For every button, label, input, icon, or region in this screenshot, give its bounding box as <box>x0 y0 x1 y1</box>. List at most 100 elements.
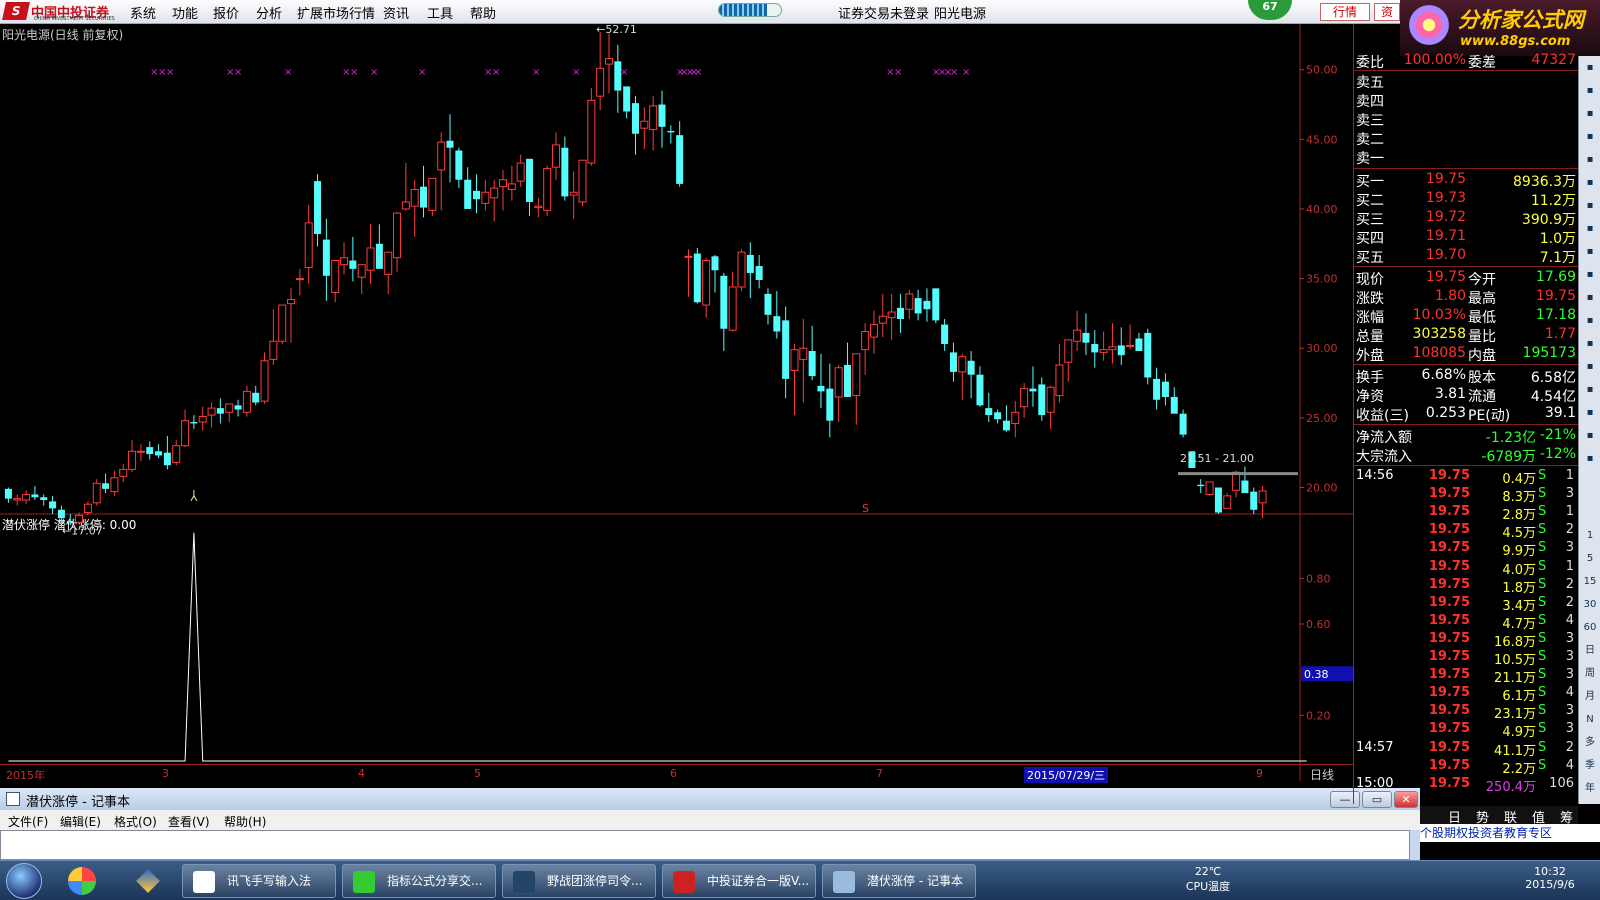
quote-label: 收益(三) <box>1356 408 1409 424</box>
taskbar-app-button[interactable]: 中投证券合一版V... <box>662 864 816 898</box>
menu-news[interactable]: 资讯 <box>383 3 409 22</box>
menu-analysis[interactable]: 分析 <box>256 3 282 22</box>
toolbar-tool-icon[interactable]: ▪ <box>1582 129 1598 145</box>
toolbar-tool-icon[interactable]: ▪ <box>1582 428 1598 444</box>
period-button[interactable]: 年 <box>1582 781 1598 797</box>
toolbar-tool-icon[interactable]: ▪ <box>1582 359 1598 375</box>
quote-value: 1.0万 <box>1539 231 1576 247</box>
quote-label: 股本 <box>1468 370 1496 386</box>
quote-button[interactable]: 行情 <box>1320 3 1370 21</box>
period-button[interactable]: 30 <box>1582 597 1598 613</box>
quote-label: 委差 <box>1468 55 1496 71</box>
notepad-menu-item[interactable]: 查看(V) <box>168 813 210 830</box>
taskbar-app-button[interactable]: 潜伏涨停 - 记事本 <box>822 864 976 898</box>
toolbar-tool-icon[interactable]: ▪ <box>1582 451 1598 467</box>
menu-help[interactable]: 帮助 <box>470 3 496 22</box>
candle-body-up <box>278 304 287 342</box>
quote-label: 涨幅 <box>1356 310 1384 326</box>
taskbar-app-button[interactable]: 指标公式分享交... <box>342 864 496 898</box>
notepad-menu: 文件(F) 编辑(E) 格式(O) 查看(V) 帮助(H) <box>0 810 1420 830</box>
flow-label: 大宗流入 <box>1356 449 1412 465</box>
tick-count: 2 <box>1565 594 1574 610</box>
start-button[interactable] <box>6 863 42 899</box>
info-bar[interactable]: 个股期权投资者教育专区 <box>1420 824 1600 842</box>
period-button[interactable]: 1 <box>1582 528 1598 544</box>
quick-launch-icon[interactable] <box>68 867 96 895</box>
logo-mark-icon: S <box>2 2 30 20</box>
period-button[interactable]: 60 <box>1582 620 1598 636</box>
period-button[interactable]: 多 <box>1582 735 1598 751</box>
candle-body-down <box>994 412 1002 420</box>
tick-price: 19.75 <box>1428 757 1470 773</box>
notepad-menu-item[interactable]: 格式(O) <box>114 813 157 830</box>
notepad-menu-item[interactable]: 帮助(H) <box>224 813 266 830</box>
signal-marker: × <box>572 67 580 78</box>
period-button[interactable]: N <box>1582 712 1598 728</box>
toolbar-tool-icon[interactable]: ▪ <box>1582 198 1598 214</box>
signal-marker: × <box>284 67 292 78</box>
menu-function[interactable]: 功能 <box>172 3 198 22</box>
toolbar-tool-icon[interactable]: ▪ <box>1582 106 1598 122</box>
candle-body-down <box>1179 413 1187 435</box>
tick-row: 19.75 9.9万 S 3 <box>1354 540 1578 559</box>
high-price-annotation: ←52.71 <box>596 24 637 36</box>
taskbar-app-button[interactable]: 野战团涨停司令... <box>502 864 656 898</box>
candle-body-down <box>1161 381 1169 397</box>
toolbar-tool-icon[interactable]: ▪ <box>1582 405 1598 421</box>
menu-quote[interactable]: 报价 <box>213 3 239 22</box>
toolbar-tool-icon[interactable]: ▪ <box>1582 175 1598 191</box>
tick-volume: 41.1万 <box>1494 743 1536 759</box>
clock[interactable]: 10:32 2015/9/6 <box>1510 865 1590 891</box>
tick-count: 2 <box>1565 739 1574 755</box>
candle-body-up <box>428 177 437 211</box>
period-button[interactable]: 日 <box>1582 643 1598 659</box>
candle-body-up <box>13 498 22 501</box>
toolbar-tool-icon[interactable]: ▪ <box>1582 152 1598 168</box>
period-button[interactable]: 15 <box>1582 574 1598 590</box>
toolbar-tool-icon[interactable]: ▪ <box>1582 83 1598 99</box>
pen-icon[interactable] <box>136 869 160 893</box>
kline-chart[interactable]: 20.00 25.00 30.00 35.00 40.00 45.00 50.00 × × × × ×… <box>0 24 1354 784</box>
candle-body-down <box>146 447 154 455</box>
toolbar-tool-icon[interactable]: ▪ <box>1582 221 1598 237</box>
period-button[interactable]: 月 <box>1582 689 1598 705</box>
toolbar-tool-icon[interactable]: ▪ <box>1582 290 1598 306</box>
toolbar-tool-icon[interactable]: ▪ <box>1582 267 1598 283</box>
notepad-menu-item[interactable]: 编辑(E) <box>60 813 101 830</box>
toolbar-tool-icon[interactable]: ▪ <box>1582 60 1598 76</box>
period-button[interactable]: 季 <box>1582 758 1598 774</box>
tray-icons[interactable] <box>1250 873 1490 889</box>
signal-marker: × <box>234 67 242 78</box>
candle-body-down <box>711 256 719 271</box>
price-tick-label: 50.00 <box>1306 64 1338 77</box>
menu-system[interactable]: 系统 <box>130 3 156 22</box>
menu-extended-market[interactable]: 扩展市场行情 <box>297 3 375 22</box>
toolbar-tool-icon[interactable]: ▪ <box>1582 313 1598 329</box>
taskbar-button-label: 指标公式分享交... <box>387 874 483 888</box>
toolbar-tool-icon[interactable]: ▪ <box>1582 336 1598 352</box>
period-label[interactable]: 日线 <box>1310 766 1334 783</box>
notepad-menu-item[interactable]: 文件(F) <box>8 813 48 830</box>
candle-body-up <box>516 162 525 182</box>
quote-label: 最低 <box>1468 310 1496 326</box>
notepad-text-area[interactable] <box>0 830 1410 860</box>
candle-body-up <box>1108 346 1117 351</box>
period-button[interactable]: 5 <box>1582 551 1598 567</box>
candle-body-up <box>366 247 375 271</box>
toolbar-tool-icon[interactable]: ▪ <box>1582 244 1598 260</box>
tick-side: S <box>1538 703 1547 719</box>
temp-value: 22℃ <box>1194 865 1222 878</box>
tick-count: 106 <box>1549 775 1574 791</box>
toolbar-tool-icon[interactable]: ▪ <box>1582 382 1598 398</box>
date-tick-label: 2015/07/29/三 <box>1024 767 1109 783</box>
candle-body-up <box>260 360 269 402</box>
signal-marker: × <box>962 67 970 78</box>
trade-button[interactable]: 资 <box>1374 3 1400 21</box>
flow-pct: -12% <box>1539 446 1576 462</box>
candle-body-up <box>1205 481 1214 495</box>
notepad-titlebar[interactable]: 潜伏涨停 - 记事本 — ▭ ✕ <box>0 788 1420 810</box>
ad-logo[interactable]: 分析家公式网 www.88gs.com <box>1400 0 1600 56</box>
period-button[interactable]: 周 <box>1582 666 1598 682</box>
taskbar-app-button[interactable]: 讯飞手写输入法 <box>182 864 336 898</box>
menu-tools[interactable]: 工具 <box>427 3 453 22</box>
